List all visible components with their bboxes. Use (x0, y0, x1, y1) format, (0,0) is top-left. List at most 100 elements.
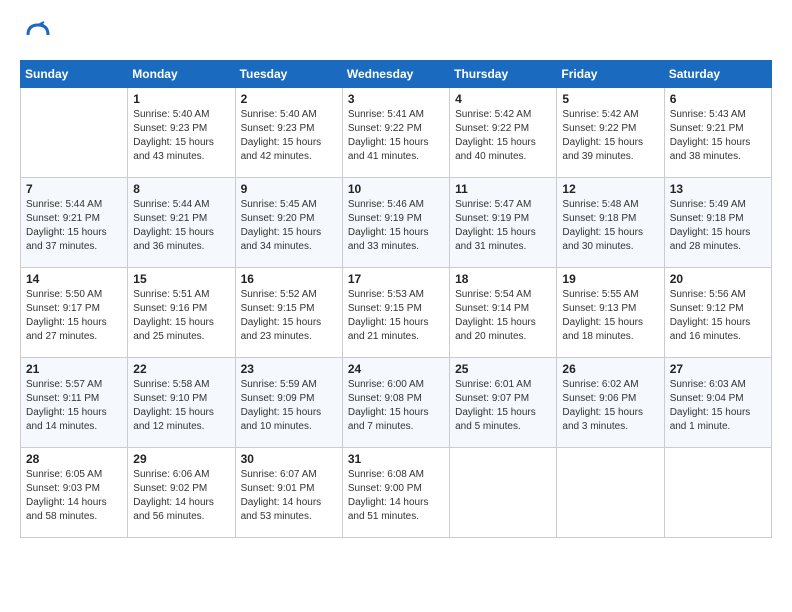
calendar-cell: 31 Sunrise: 6:08 AM Sunset: 9:00 PM Dayli… (342, 448, 449, 538)
calendar-cell: 22 Sunrise: 5:58 AM Sunset: 9:10 PM Dayli… (128, 358, 235, 448)
day-number: 8 (133, 182, 229, 196)
day-info: Sunrise: 5:41 AM Sunset: 9:22 PM Dayligh… (348, 108, 444, 164)
day-number: 10 (348, 182, 444, 196)
day-info: Sunrise: 6:08 AM Sunset: 9:00 PM Dayligh… (348, 468, 444, 524)
day-info: Sunrise: 5:44 AM Sunset: 9:21 PM Dayligh… (26, 198, 122, 254)
header-thursday: Thursday (450, 61, 557, 88)
calendar-cell: 6Sunrise: 5:43 AM Sunset: 9:21 PM Daylig… (664, 88, 771, 178)
calendar-cell: 1 Sunrise: 5:40 AM Sunset: 9:23 PM Daylig… (128, 88, 235, 178)
day-number: 13 (670, 182, 766, 196)
calendar-cell (664, 448, 771, 538)
calendar-cell: 17Sunrise: 5:53 AM Sunset: 9:15 PM Dayli… (342, 268, 449, 358)
day-number: 3 (348, 92, 444, 106)
header-wednesday: Wednesday (342, 61, 449, 88)
calendar-cell: 7 Sunrise: 5:44 AM Sunset: 9:21 PM Daylig… (21, 178, 128, 268)
day-info: Sunrise: 5:54 AM Sunset: 9:14 PM Dayligh… (455, 288, 551, 344)
day-number: 20 (670, 272, 766, 286)
calendar-cell: 15Sunrise: 5:51 AM Sunset: 9:16 PM Dayli… (128, 268, 235, 358)
calendar-cell: 29Sunrise: 6:06 AM Sunset: 9:02 PM Dayli… (128, 448, 235, 538)
day-number: 19 (562, 272, 658, 286)
day-info: Sunrise: 5:57 AM Sunset: 9:11 PM Dayligh… (26, 378, 122, 434)
calendar-cell: 10 Sunrise: 5:46 AM Sunset: 9:19 PM Dayli… (342, 178, 449, 268)
week-row-5: 28Sunrise: 6:05 AM Sunset: 9:03 PM Dayli… (21, 448, 772, 538)
calendar-cell: 12 Sunrise: 5:48 AM Sunset: 9:18 PM Dayli… (557, 178, 664, 268)
calendar-cell (557, 448, 664, 538)
day-info: Sunrise: 5:55 AM Sunset: 9:13 PM Dayligh… (562, 288, 658, 344)
header-friday: Friday (557, 61, 664, 88)
day-number: 7 (26, 182, 122, 196)
day-info: Sunrise: 5:46 AM Sunset: 9:19 PM Dayligh… (348, 198, 444, 254)
calendar-cell: 16 Sunrise: 5:52 AM Sunset: 9:15 PM Dayli… (235, 268, 342, 358)
header-saturday: Saturday (664, 61, 771, 88)
calendar-cell: 9 Sunrise: 5:45 AM Sunset: 9:20 PM Daylig… (235, 178, 342, 268)
calendar-cell: 27 Sunrise: 6:03 AM Sunset: 9:04 PM Dayli… (664, 358, 771, 448)
calendar-cell: 11 Sunrise: 5:47 AM Sunset: 9:19 PM Dayli… (450, 178, 557, 268)
day-number: 31 (348, 452, 444, 466)
calendar-cell: 26 Sunrise: 6:02 AM Sunset: 9:06 PM Dayli… (557, 358, 664, 448)
day-number: 27 (670, 362, 766, 376)
day-info: Sunrise: 5:58 AM Sunset: 9:10 PM Dayligh… (133, 378, 229, 434)
day-info: Sunrise: 5:53 AM Sunset: 9:15 PM Dayligh… (348, 288, 444, 344)
day-info: Sunrise: 5:42 AM Sunset: 9:22 PM Dayligh… (455, 108, 551, 164)
header-area (20, 20, 772, 50)
day-number: 24 (348, 362, 444, 376)
day-info: Sunrise: 5:45 AM Sunset: 9:20 PM Dayligh… (241, 198, 337, 254)
day-number: 21 (26, 362, 122, 376)
week-row-3: 14 Sunrise: 5:50 AM Sunset: 9:17 PM Dayli… (21, 268, 772, 358)
calendar-header: SundayMondayTuesdayWednesdayThursdayFrid… (21, 61, 772, 88)
day-number: 9 (241, 182, 337, 196)
logo-icon (20, 20, 50, 50)
day-info: Sunrise: 6:00 AM Sunset: 9:08 PM Dayligh… (348, 378, 444, 434)
calendar-cell: 2 Sunrise: 5:40 AM Sunset: 9:23 PM Daylig… (235, 88, 342, 178)
day-number: 1 (133, 92, 229, 106)
day-number: 16 (241, 272, 337, 286)
calendar-cell: 3 Sunrise: 5:41 AM Sunset: 9:22 PM Daylig… (342, 88, 449, 178)
day-number: 25 (455, 362, 551, 376)
calendar-cell: 19 Sunrise: 5:55 AM Sunset: 9:13 PM Dayli… (557, 268, 664, 358)
day-info: Sunrise: 5:49 AM Sunset: 9:18 PM Dayligh… (670, 198, 766, 254)
calendar-cell: 24 Sunrise: 6:00 AM Sunset: 9:08 PM Dayli… (342, 358, 449, 448)
calendar-cell (450, 448, 557, 538)
day-number: 30 (241, 452, 337, 466)
day-info: Sunrise: 5:48 AM Sunset: 9:18 PM Dayligh… (562, 198, 658, 254)
day-number: 14 (26, 272, 122, 286)
day-info: Sunrise: 6:05 AM Sunset: 9:03 PM Dayligh… (26, 468, 122, 524)
day-number: 6 (670, 92, 766, 106)
day-info: Sunrise: 5:44 AM Sunset: 9:21 PM Dayligh… (133, 198, 229, 254)
calendar-cell: 4 Sunrise: 5:42 AM Sunset: 9:22 PM Daylig… (450, 88, 557, 178)
calendar-cell: 21 Sunrise: 5:57 AM Sunset: 9:11 PM Dayli… (21, 358, 128, 448)
calendar-cell (21, 88, 128, 178)
day-number: 2 (241, 92, 337, 106)
day-info: Sunrise: 6:03 AM Sunset: 9:04 PM Dayligh… (670, 378, 766, 434)
week-row-4: 21 Sunrise: 5:57 AM Sunset: 9:11 PM Dayli… (21, 358, 772, 448)
day-number: 4 (455, 92, 551, 106)
header-monday: Monday (128, 61, 235, 88)
calendar-cell: 28Sunrise: 6:05 AM Sunset: 9:03 PM Dayli… (21, 448, 128, 538)
calendar-cell: 14 Sunrise: 5:50 AM Sunset: 9:17 PM Dayli… (21, 268, 128, 358)
header-sunday: Sunday (21, 61, 128, 88)
day-info: Sunrise: 5:42 AM Sunset: 9:22 PM Dayligh… (562, 108, 658, 164)
day-info: Sunrise: 5:59 AM Sunset: 9:09 PM Dayligh… (241, 378, 337, 434)
calendar-cell: 8 Sunrise: 5:44 AM Sunset: 9:21 PM Daylig… (128, 178, 235, 268)
logo (20, 20, 54, 50)
calendar-cell: 13 Sunrise: 5:49 AM Sunset: 9:18 PM Dayli… (664, 178, 771, 268)
day-info: Sunrise: 5:52 AM Sunset: 9:15 PM Dayligh… (241, 288, 337, 344)
day-info: Sunrise: 6:02 AM Sunset: 9:06 PM Dayligh… (562, 378, 658, 434)
day-info: Sunrise: 5:51 AM Sunset: 9:16 PM Dayligh… (133, 288, 229, 344)
day-info: Sunrise: 5:40 AM Sunset: 9:23 PM Dayligh… (241, 108, 337, 164)
day-number: 23 (241, 362, 337, 376)
day-info: Sunrise: 5:40 AM Sunset: 9:23 PM Dayligh… (133, 108, 229, 164)
calendar-cell: 20Sunrise: 5:56 AM Sunset: 9:12 PM Dayli… (664, 268, 771, 358)
day-number: 12 (562, 182, 658, 196)
day-number: 11 (455, 182, 551, 196)
day-info: Sunrise: 5:50 AM Sunset: 9:17 PM Dayligh… (26, 288, 122, 344)
day-number: 22 (133, 362, 229, 376)
calendar-cell: 18 Sunrise: 5:54 AM Sunset: 9:14 PM Dayli… (450, 268, 557, 358)
calendar-cell: 25Sunrise: 6:01 AM Sunset: 9:07 PM Dayli… (450, 358, 557, 448)
calendar-cell: 23 Sunrise: 5:59 AM Sunset: 9:09 PM Dayli… (235, 358, 342, 448)
day-info: Sunrise: 6:07 AM Sunset: 9:01 PM Dayligh… (241, 468, 337, 524)
day-info: Sunrise: 5:47 AM Sunset: 9:19 PM Dayligh… (455, 198, 551, 254)
calendar: SundayMondayTuesdayWednesdayThursdayFrid… (20, 60, 772, 538)
day-number: 18 (455, 272, 551, 286)
day-number: 26 (562, 362, 658, 376)
